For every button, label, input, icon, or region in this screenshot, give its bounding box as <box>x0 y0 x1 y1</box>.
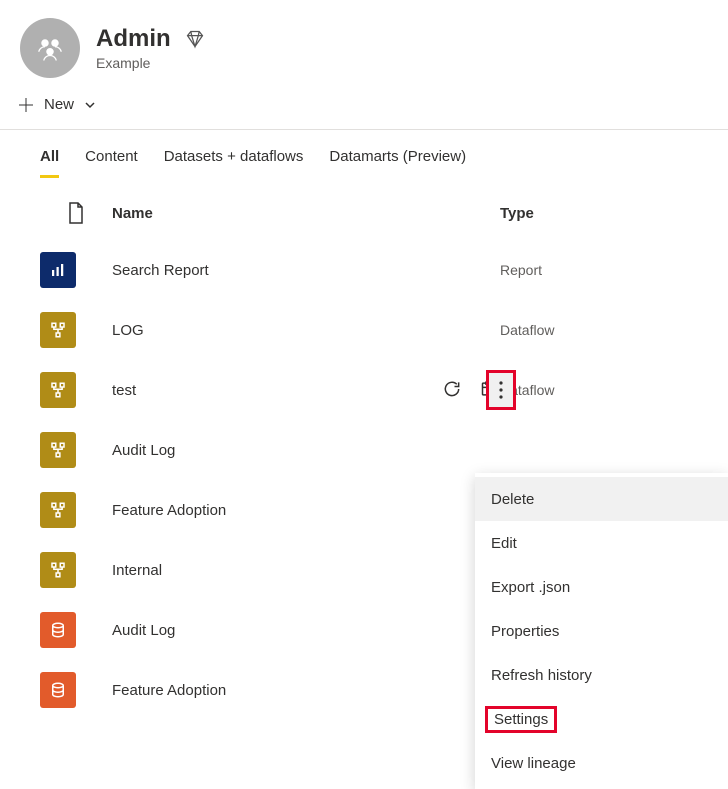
table-row[interactable]: Search ReportReport <box>0 240 728 300</box>
item-type: Dataflow <box>500 322 688 338</box>
table-row[interactable]: LOGDataflow <box>0 300 728 360</box>
context-menu: Delete Edit Export .json Properties Refr… <box>475 473 728 789</box>
tab-content[interactable]: Content <box>85 148 138 178</box>
dataset-icon <box>40 672 76 708</box>
workspace-subtitle: Example <box>96 55 205 71</box>
table-header: Name Type <box>0 178 728 240</box>
menu-item-properties[interactable]: Properties <box>475 609 728 653</box>
menu-item-delete[interactable]: Delete <box>475 477 728 521</box>
menu-item-edit[interactable]: Edit <box>475 521 728 565</box>
menu-item-refresh-history[interactable]: Refresh history <box>475 653 728 697</box>
file-icon <box>67 202 85 224</box>
more-options-button[interactable] <box>486 370 516 410</box>
column-name-header[interactable]: Name <box>112 205 500 222</box>
workspace-avatar <box>20 18 80 78</box>
item-type: Report <box>500 262 688 278</box>
tab-datamarts[interactable]: Datamarts (Preview) <box>329 148 466 178</box>
item-name[interactable]: Search Report <box>112 262 500 279</box>
tab-datasets-dataflows[interactable]: Datasets + dataflows <box>164 148 304 178</box>
tabs-bar: All Content Datasets + dataflows Datamar… <box>0 130 728 178</box>
dataflow-icon <box>40 432 76 468</box>
item-name[interactable]: LOG <box>112 322 500 339</box>
column-type-header[interactable]: Type <box>500 205 688 222</box>
refresh-now-button[interactable] <box>442 379 462 402</box>
dataflow-icon <box>40 492 76 528</box>
toolbar: New <box>0 88 728 130</box>
item-name[interactable]: Audit Log <box>112 622 500 639</box>
table-row[interactable]: testDataflow <box>0 360 728 420</box>
item-name[interactable]: Feature Adoption <box>112 502 500 519</box>
menu-item-export-json[interactable]: Export .json <box>475 565 728 609</box>
dataflow-icon <box>40 552 76 588</box>
workspace-header: Admin Example <box>0 0 728 88</box>
item-name[interactable]: Feature Adoption <box>112 682 500 699</box>
new-button-label: New <box>44 96 74 113</box>
menu-item-view-lineage[interactable]: View lineage <box>475 741 728 785</box>
dataset-icon <box>40 612 76 648</box>
menu-item-settings[interactable]: Settings <box>475 697 728 741</box>
premium-diamond-icon <box>185 29 205 49</box>
new-button[interactable]: New <box>18 96 96 113</box>
report-icon <box>40 252 76 288</box>
plus-icon <box>18 97 34 113</box>
dataflow-icon <box>40 312 76 348</box>
item-name[interactable]: Audit Log <box>112 442 500 459</box>
item-type: Dataflow <box>500 382 688 398</box>
dataflow-icon <box>40 372 76 408</box>
tab-all[interactable]: All <box>40 148 59 178</box>
chevron-down-icon <box>84 99 96 111</box>
item-name[interactable]: Internal <box>112 562 500 579</box>
workspace-title: Admin <box>96 25 171 53</box>
table-row[interactable]: Audit Log <box>0 420 728 480</box>
